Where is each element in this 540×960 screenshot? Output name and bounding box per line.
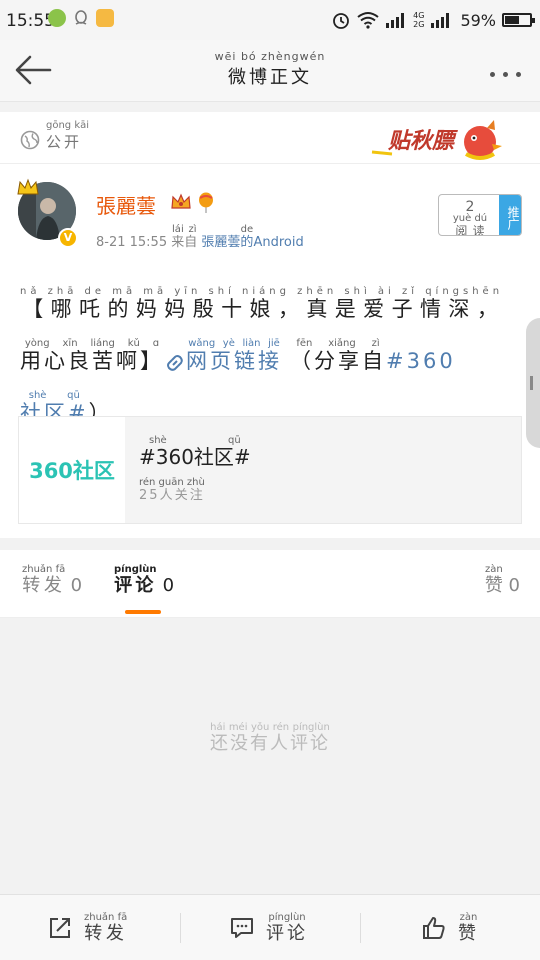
repost-button[interactable]: 转发zhuǎn fā bbox=[48, 905, 127, 951]
side-drawer-handle[interactable] bbox=[526, 318, 540, 448]
sticker-text: 贴秋膘 bbox=[387, 129, 458, 154]
source-app[interactable]: Android bbox=[253, 235, 303, 250]
network-type: 4G 2G bbox=[413, 11, 425, 29]
source-user[interactable]: 張麗蕓 bbox=[201, 235, 240, 250]
post-meta: 8-21 15:55 来自lái zì 張麗蕓的deAndroid bbox=[96, 224, 304, 250]
tab-reposts[interactable]: 转发zhuǎn fā 0 bbox=[22, 564, 82, 597]
weibo-post-page: 15:55 4G 2G 59% wēi bó zhèngwén 微博正文 gōn… bbox=[0, 0, 540, 960]
back-arrow-icon[interactable] bbox=[12, 52, 54, 88]
tab-likes[interactable]: 赞zàn 0 bbox=[485, 564, 520, 597]
like-icon bbox=[423, 917, 445, 939]
comments-empty-state: 还没有人评论hái méi yǒu rén pínglùn bbox=[0, 618, 540, 894]
globe-icon bbox=[20, 130, 40, 150]
post-line-2: 用心良苦啊】yòng xīn liáng kǔ ɑ 网页链接wǎng yè li… bbox=[20, 338, 456, 374]
share-icon bbox=[50, 918, 70, 938]
balloon-icon bbox=[199, 192, 213, 213]
tab-reposts-count: 0 bbox=[70, 575, 83, 596]
signal-icon bbox=[386, 13, 405, 28]
from-label: 来自lái zì bbox=[171, 224, 198, 250]
tab-likes-count: 0 bbox=[508, 575, 520, 596]
verified-badge-icon: V bbox=[58, 228, 78, 248]
user-badges bbox=[170, 192, 216, 214]
source-de: 的de bbox=[240, 224, 254, 250]
autumn-sticker-icon: 贴秋膘 bbox=[371, 120, 502, 160]
bottom-action-bar: 转发zhuǎn fā 评论pínglùn 赞zàn bbox=[0, 894, 540, 960]
wifi-icon bbox=[357, 12, 379, 29]
topic-thumbnail: 360社区 bbox=[19, 417, 125, 523]
tab-comments-count: 0 bbox=[162, 575, 175, 596]
read-label: 阅读yuè dú bbox=[452, 213, 488, 236]
divider bbox=[180, 913, 181, 943]
weibo-notification-icon bbox=[96, 9, 114, 27]
promote-button[interactable]: 推广 bbox=[499, 195, 521, 235]
more-menu-icon[interactable] bbox=[486, 62, 526, 77]
topic-title: #360社区#shè qū bbox=[139, 435, 251, 469]
like-button[interactable]: 赞zàn bbox=[422, 905, 479, 951]
alarm-icon bbox=[333, 13, 350, 29]
vip-crown-icon bbox=[171, 193, 191, 209]
visibility-label: gōng kāi 公开 bbox=[46, 120, 90, 151]
tab-comments[interactable]: 评论pínglùn 0 bbox=[114, 564, 174, 597]
page-header: wēi bó zhèngwén 微博正文 bbox=[0, 40, 540, 102]
crown-badge-icon bbox=[17, 178, 39, 195]
360-community-logo: 360社区 bbox=[29, 459, 115, 483]
active-tab-indicator bbox=[125, 610, 161, 614]
topic-tag-part1[interactable]: #360 bbox=[386, 348, 456, 374]
qq-icon bbox=[72, 9, 90, 27]
post-time: 8-21 15:55 bbox=[96, 235, 168, 250]
post-username[interactable]: 張麗蕓 bbox=[96, 190, 156, 219]
visibility-bar: gōng kāi 公开 贴秋膘 bbox=[0, 112, 540, 164]
divider bbox=[360, 913, 361, 943]
page-title-text: 微博正文 bbox=[228, 67, 312, 88]
web-link[interactable]: 网页链接wǎng yè liàn jiē bbox=[186, 338, 282, 374]
comment-button[interactable]: 评论pínglùn bbox=[230, 905, 308, 951]
share-from-text: （分享自fēn xiǎng zì bbox=[290, 338, 386, 373]
post-tabs: 转发zhuǎn fā 0 评论pínglùn 0 赞zàn 0 bbox=[0, 550, 540, 618]
topic-share-card[interactable]: 360社区 #360社区#shè qū 25人关注rén guān zhù bbox=[18, 416, 522, 524]
post-line-1: 【哪吒的妈妈殷十娘，真是爱子情深，nǎ zhā de mā mā yīn shí… bbox=[20, 286, 504, 321]
battery-percent: 59% bbox=[460, 10, 496, 30]
status-indicators: 4G 2G 59% bbox=[331, 8, 535, 32]
promote-box[interactable]: 2 阅读yuè dú 推广 bbox=[438, 194, 522, 236]
signal-icon-2 bbox=[431, 13, 450, 28]
empty-message: 还没有人评论hái méi yǒu rén pínglùn bbox=[210, 722, 330, 754]
battery-icon bbox=[502, 13, 535, 27]
status-bar: 15:55 4G 2G 59% bbox=[0, 0, 540, 40]
app-notification-icon bbox=[48, 9, 66, 27]
page-title: wēi bó zhèngwén 微博正文 bbox=[170, 50, 370, 89]
post-card: V 張麗蕓 8-21 15:55 来自lái zì 張麗蕓的deAndroid … bbox=[0, 164, 540, 538]
page-title-pinyin: wēi bó zhèngwén bbox=[214, 50, 326, 63]
link-icon[interactable] bbox=[164, 352, 186, 374]
battery-fill bbox=[505, 16, 520, 24]
comment-icon bbox=[231, 918, 253, 938]
topic-followers: 25人关注rén guān zhù bbox=[139, 477, 205, 503]
post-content: 【哪吒的妈妈殷十娘，真是爱子情深，nǎ zhā de mā mā yīn shí… bbox=[20, 270, 526, 426]
